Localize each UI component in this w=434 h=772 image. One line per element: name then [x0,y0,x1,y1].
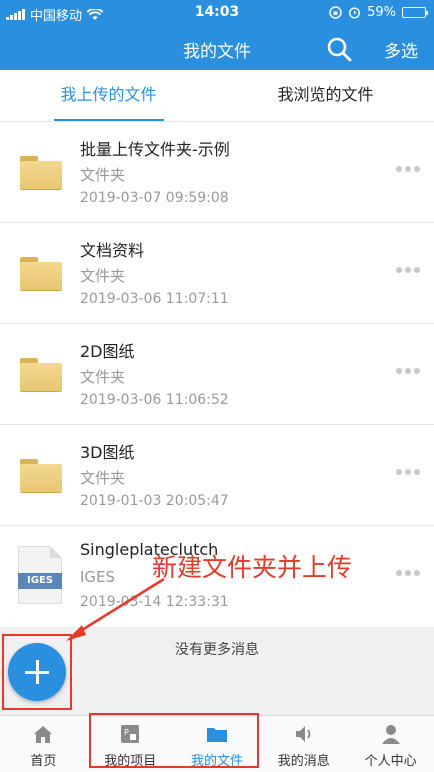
app-header: 我的文件 多选 [0,26,434,70]
alarm-icon [349,7,361,19]
tab-browsed-files[interactable]: 我浏览的文件 [217,70,434,121]
iges-file-icon: IGES [18,546,62,604]
annotation-text: 新建文件夹并上传 [152,553,353,582]
file-date: 2019-01-03 20:05:47 [80,493,229,509]
folder-icon [18,253,64,293]
nav-label: 首页 [30,754,57,769]
speaker-icon [295,726,311,742]
iges-badge: IGES [18,573,62,589]
folder-icon [18,354,64,394]
battery-icon [402,7,428,18]
more-icon[interactable] [396,267,420,273]
file-tabs: 我上传的文件 我浏览的文件 [0,70,434,122]
file-name: 文档资料 [80,241,145,260]
list-item[interactable]: 批量上传文件夹-示例 文件夹 2019-03-07 09:59:08 [0,122,434,223]
home-icon [34,726,53,743]
nav-my-messages[interactable]: 我的消息 [260,716,347,772]
nav-label: 我的消息 [277,754,330,769]
nav-home[interactable]: 首页 [0,716,87,772]
more-icon[interactable] [396,368,420,374]
rotation-lock-icon [329,6,342,19]
nav-profile[interactable]: 个人中心 [347,716,434,772]
file-name: 2D图纸 [80,342,135,361]
file-date: 2019-03-06 11:06:52 [80,392,229,408]
nav-label: 个人中心 [364,754,417,769]
folder-icon [18,455,64,495]
file-kind: 文件夹 [80,469,126,487]
list-item[interactable]: 3D图纸 文件夹 2019-01-03 20:05:47 [0,425,434,526]
list-item[interactable]: 2D图纸 文件夹 2019-03-06 11:06:52 [0,324,434,425]
user-icon [381,725,400,744]
folder-icon [18,152,64,192]
status-bar: 中国移动 14:03 59% [0,0,434,26]
battery-percent: 59% [367,5,396,20]
annotation-box-tabs [89,713,259,768]
file-kind: 文件夹 [80,368,126,386]
file-kind: 文件夹 [80,166,126,184]
more-icon[interactable] [396,166,420,172]
page-title: 我的文件 [183,42,251,62]
file-kind: 文件夹 [80,267,126,285]
multi-select-button[interactable]: 多选 [384,37,418,62]
tab-uploaded-files[interactable]: 我上传的文件 [0,70,217,121]
more-icon[interactable] [396,570,420,576]
file-date: 2019-03-07 09:59:08 [80,190,229,206]
annotation-arrow-icon [66,577,165,641]
file-name: 3D图纸 [80,443,135,462]
annotation-box-add [2,634,72,710]
status-right: 59% [329,5,428,20]
file-name: 批量上传文件夹-示例 [80,140,230,159]
more-icon[interactable] [396,469,420,475]
list-item[interactable]: 文档资料 文件夹 2019-03-06 11:07:11 [0,223,434,324]
file-date: 2019-03-06 11:07:11 [80,291,229,307]
search-icon[interactable] [326,36,352,62]
